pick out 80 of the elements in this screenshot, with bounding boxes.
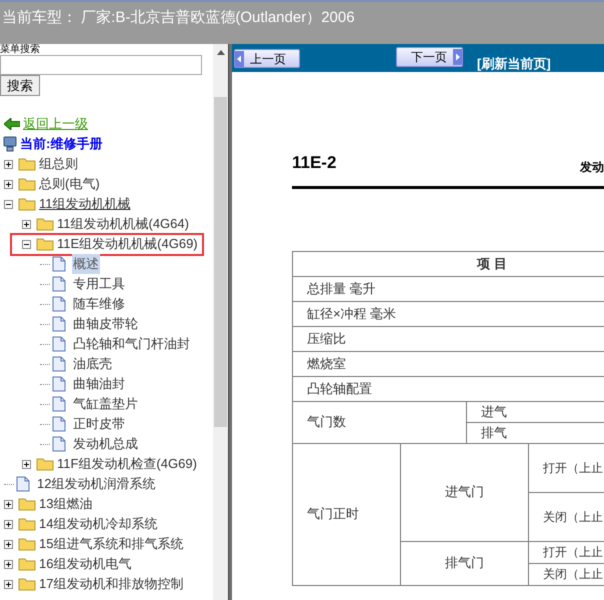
tree-item[interactable]: 16组发动机电气 <box>38 554 132 574</box>
table-cell: 压缩比 <box>292 326 604 351</box>
collapse-toggle-icon[interactable] <box>4 200 13 208</box>
page-title: 发动 <box>580 158 604 176</box>
expand-toggle-icon[interactable] <box>4 180 13 188</box>
document-icon <box>52 276 66 292</box>
current-location: 当前:维修手册 <box>20 135 102 154</box>
document-icon <box>16 476 30 492</box>
tree-item[interactable]: 随车维修 <box>72 294 126 314</box>
tree-item[interactable]: 气缸盖垫片 <box>72 394 139 414</box>
refresh-page-link[interactable]: [刷新当前页] <box>477 54 551 74</box>
document-icon <box>52 376 66 392</box>
folder-icon <box>18 157 36 171</box>
folder-icon <box>18 197 36 211</box>
folder-icon <box>36 237 54 251</box>
folder-icon <box>36 217 54 231</box>
back-arrow-icon <box>4 118 20 130</box>
tree-item[interactable]: 正时皮带 <box>72 414 126 434</box>
tree-item[interactable]: 17组发动机和排放物控制 <box>38 574 184 594</box>
expand-toggle-icon[interactable] <box>4 560 13 568</box>
tree-item[interactable]: 11组发动机机械 <box>38 194 132 214</box>
tree-item[interactable]: 专用工具 <box>72 274 126 294</box>
scrollbar-thumb[interactable] <box>214 97 227 427</box>
document-icon <box>52 256 66 272</box>
table-cell: 凸轮轴配置 <box>292 376 604 401</box>
table-cell: 总排量 毫升 <box>292 276 604 301</box>
table-cell: 缸径×冲程 毫米 <box>292 301 604 326</box>
table-cell: 进气门 <box>400 443 529 541</box>
tree-item[interactable]: 组总则 <box>38 154 79 174</box>
document-icon <box>52 316 66 332</box>
table-header: 项 目 <box>292 251 604 276</box>
search-label: 菜单搜索 <box>0 44 41 55</box>
collapse-toggle-icon[interactable] <box>22 240 31 248</box>
table-cell: 气门正时 <box>292 443 401 585</box>
folder-icon <box>18 577 36 591</box>
document-icon <box>52 336 66 352</box>
tree-item[interactable]: 11组发动机机械(4G64) <box>56 214 190 234</box>
tree-item[interactable]: 发动机总成 <box>72 434 139 454</box>
folder-icon <box>18 177 36 191</box>
expand-toggle-icon[interactable] <box>4 500 13 508</box>
tree-item[interactable]: 总则(电气) <box>38 174 101 194</box>
tree-item[interactable]: 15组进气系统和排气系统 <box>38 534 184 554</box>
document-icon <box>52 396 66 412</box>
table-cell: 气门数 <box>292 401 466 443</box>
next-page-button[interactable]: 下一页 <box>396 47 463 67</box>
car-model-text: 当前车型： 厂家:B-北京吉普欧蓝德(Outlander）2006 <box>2 9 355 26</box>
search-field[interactable] <box>0 55 202 75</box>
table-cell: 燃烧室 <box>292 351 604 376</box>
tree-item[interactable]: 11F组发动机检查(4G69) <box>56 454 198 474</box>
document-icon <box>52 356 66 372</box>
tree-item[interactable]: 概述 <box>72 254 100 274</box>
expand-toggle-icon[interactable] <box>22 220 31 228</box>
scrollbar[interactable] <box>213 44 228 600</box>
expand-toggle-icon[interactable] <box>22 460 31 468</box>
expand-toggle-icon[interactable] <box>4 520 13 528</box>
tree-item[interactable]: 14组发动机冷却系统 <box>38 514 158 534</box>
tree-item[interactable]: 油底壳 <box>72 354 113 374</box>
document-icon <box>52 296 66 312</box>
tree-item[interactable]: 曲轴皮带轮 <box>72 314 139 334</box>
tree-item[interactable]: 13组燃油 <box>38 494 94 514</box>
page-number: 11E-2 <box>292 152 336 174</box>
document-icon <box>52 436 66 452</box>
folder-icon <box>36 457 54 471</box>
tree-item[interactable]: 12组发动机润滑系统 <box>36 474 156 494</box>
expand-toggle-icon[interactable] <box>4 580 13 588</box>
tree-item[interactable]: 11E组发动机机械(4G69) <box>56 234 199 254</box>
previous-page-button[interactable]: 上一页 <box>234 49 300 68</box>
folder-icon <box>18 517 36 531</box>
expand-toggle-icon[interactable] <box>4 160 13 168</box>
document-icon <box>52 416 66 432</box>
back-link[interactable]: 返回上一级 <box>23 114 88 134</box>
search-button[interactable]: 搜索 <box>0 75 40 96</box>
folder-icon <box>18 497 36 511</box>
expand-toggle-icon[interactable] <box>4 540 13 548</box>
folder-icon <box>18 557 36 571</box>
tree-item[interactable]: 凸轮轴和气门杆油封 <box>72 334 191 354</box>
tree-item[interactable]: 曲轴油封 <box>72 374 126 394</box>
folder-icon <box>18 537 36 551</box>
table-cell: 排气门 <box>400 541 529 585</box>
computer-icon <box>3 136 17 152</box>
